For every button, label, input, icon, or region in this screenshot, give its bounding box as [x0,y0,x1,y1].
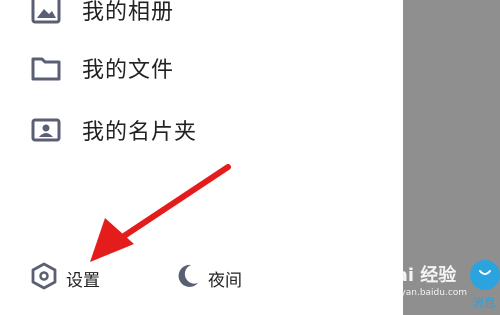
message-button[interactable] [470,260,500,290]
message-label: 消息 [472,296,497,310]
chat-icon [477,266,493,285]
watermark-text: Bai 经验 [382,265,457,286]
watermark-url: jingyan.baidu.com [384,288,468,298]
